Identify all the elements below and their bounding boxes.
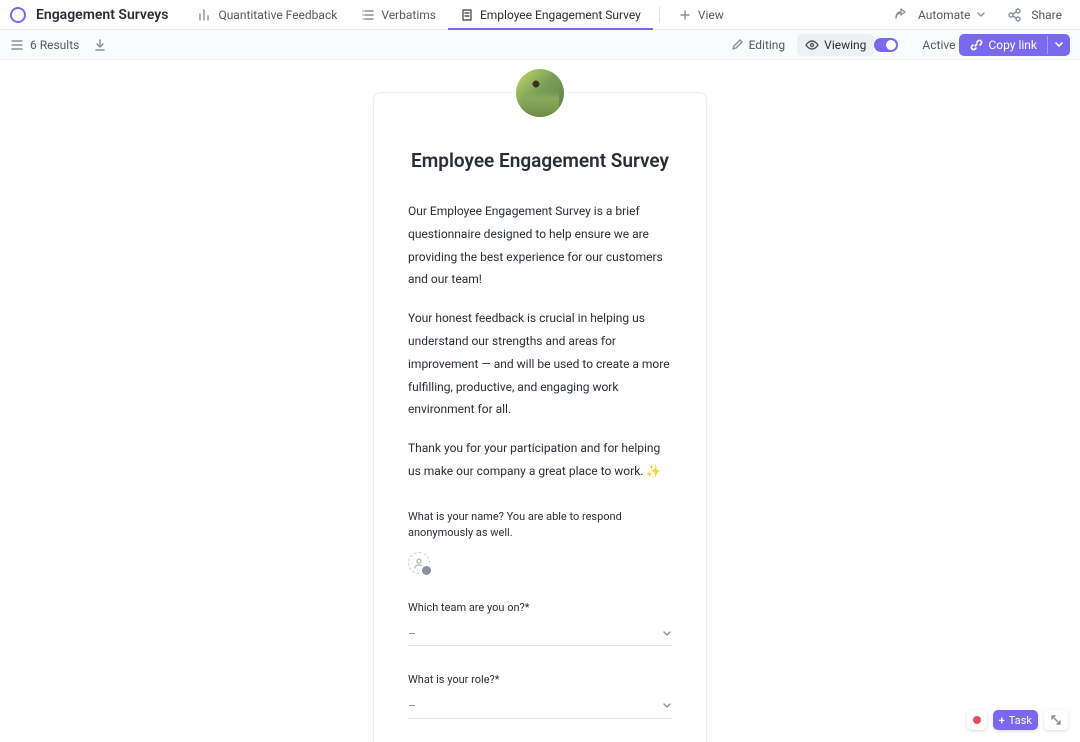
chevron-down-icon <box>662 701 672 711</box>
question-label: What is your role?* <box>408 672 672 689</box>
tab-label: Quantitative Feedback <box>218 8 337 22</box>
viewing-mode-button[interactable]: Viewing <box>797 34 874 56</box>
tab-separator <box>659 7 660 23</box>
question-role: What is your role?* – <box>408 672 672 719</box>
tab-employee-engagement-survey[interactable]: Employee Engagement Survey <box>448 0 653 29</box>
editing-label: Editing <box>749 38 786 52</box>
active-label: Active <box>922 38 955 52</box>
chevron-down-icon <box>976 10 991 20</box>
automate-icon <box>894 8 913 22</box>
list-icon <box>361 8 375 22</box>
view-tabs: Quantitative Feedback Verbatims Employee… <box>186 0 735 29</box>
question-team: Which team are you on?* – <box>408 600 672 647</box>
plus-icon <box>678 8 692 22</box>
assignee-avatar-input[interactable] <box>408 552 430 574</box>
bar-chart-icon <box>198 8 212 22</box>
share-button[interactable]: Share <box>999 4 1070 26</box>
automate-label: Automate <box>918 8 970 22</box>
form-description: Our Employee Engagement Survey is a brie… <box>408 200 672 483</box>
add-view-button[interactable]: View <box>666 0 736 29</box>
tab-label: View <box>698 8 724 22</box>
copy-link-dropdown[interactable] <box>1047 36 1070 54</box>
download-button[interactable] <box>93 38 107 52</box>
form-title: Employee Engagement Survey <box>408 149 672 172</box>
form-header-image <box>516 69 564 117</box>
question-label: What is your name? You are able to respo… <box>408 509 672 542</box>
active-toggle[interactable] <box>874 38 898 52</box>
expand-icon <box>1050 714 1062 726</box>
app-bar: Engagement Surveys Quantitative Feedback… <box>0 0 1080 30</box>
task-label: Task <box>1009 714 1032 727</box>
results-toolbar: 6 Results Editing Viewing Active Cop <box>0 30 1080 60</box>
record-clip-button[interactable] <box>967 710 987 730</box>
workspace-title: Engagement Surveys <box>36 7 168 23</box>
team-select[interactable]: – <box>408 626 672 646</box>
results-count-button[interactable]: 6 Results <box>10 38 107 52</box>
form-canvas: Employee Engagement Survey Our Employee … <box>0 60 1080 742</box>
eye-icon <box>805 38 819 52</box>
editing-mode-button[interactable]: Editing <box>722 34 794 56</box>
select-value: – <box>408 699 416 713</box>
question-name: What is your name? You are able to respo… <box>408 509 672 574</box>
copy-link-label: Copy link <box>988 38 1037 52</box>
results-count-label: 6 Results <box>30 38 79 52</box>
role-select[interactable]: – <box>408 699 672 719</box>
select-value: – <box>408 627 416 641</box>
chevron-down-icon <box>662 629 672 639</box>
share-icon <box>1007 8 1026 22</box>
list-lines-icon <box>10 38 24 52</box>
form-icon <box>460 8 474 22</box>
link-icon <box>969 38 983 52</box>
question-label: Which team are you on?* <box>408 600 672 617</box>
copy-link-button[interactable]: Copy link <box>959 34 1070 56</box>
plus-icon: + <box>999 714 1005 727</box>
share-label: Share <box>1031 8 1062 22</box>
tab-verbatims[interactable]: Verbatims <box>349 0 448 29</box>
form-card: Employee Engagement Survey Our Employee … <box>373 92 707 742</box>
expand-button[interactable] <box>1044 710 1068 730</box>
pencil-icon <box>730 38 744 52</box>
floating-actions: + Task <box>967 710 1068 730</box>
record-icon <box>973 716 981 724</box>
copy-link-main[interactable]: Copy link <box>959 34 1047 56</box>
automate-button[interactable]: Automate <box>886 4 999 26</box>
viewing-label: Viewing <box>824 38 866 52</box>
chevron-down-icon <box>1054 40 1064 50</box>
new-task-button[interactable]: + Task <box>993 710 1038 730</box>
app-logo[interactable] <box>10 7 26 23</box>
tab-label: Verbatims <box>381 8 436 22</box>
tab-label: Employee Engagement Survey <box>480 8 641 22</box>
tab-quantitative-feedback[interactable]: Quantitative Feedback <box>186 0 349 29</box>
